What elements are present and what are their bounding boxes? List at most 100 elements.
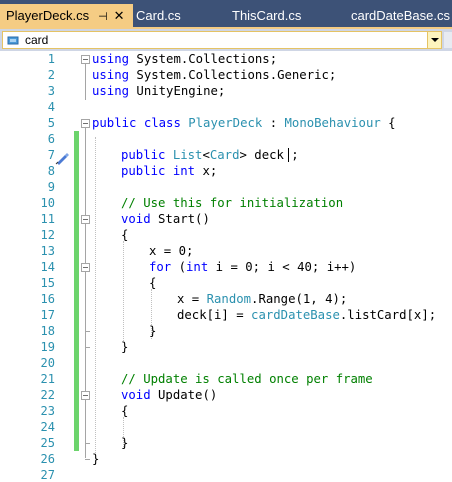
line-number: 13 xyxy=(40,244,55,258)
outline-end xyxy=(85,443,90,444)
line-number: 12 xyxy=(40,228,55,242)
member-dropdown[interactable]: card xyxy=(2,31,442,49)
outline-end xyxy=(85,347,90,348)
line-number: 14 xyxy=(40,260,55,274)
line-number: 7 xyxy=(47,148,55,162)
code-line: } xyxy=(121,436,129,450)
line-number: 25 xyxy=(40,436,55,450)
code-line: x = 0; xyxy=(149,244,194,258)
collapse-icon[interactable] xyxy=(81,391,90,400)
collapse-icon[interactable] xyxy=(81,55,90,64)
code-line: } xyxy=(149,324,157,338)
line-number: 18 xyxy=(40,324,55,338)
indent-guide xyxy=(95,137,96,453)
keyword: using xyxy=(92,68,130,82)
tab-card[interactable]: Card.cs xyxy=(130,4,220,28)
tab-label: ThisCard.cs xyxy=(232,8,302,23)
code-text: Update() xyxy=(150,388,218,402)
code-text: System.Collections.Generic; xyxy=(129,68,337,82)
close-icon[interactable]: ✕ xyxy=(114,4,125,28)
code-line: public int x; xyxy=(121,163,217,179)
type-name: Random xyxy=(206,292,252,306)
line-number: 10 xyxy=(40,196,55,210)
code-line: { xyxy=(121,404,129,418)
code-line: public class PlayerDeck : MonoBehaviour … xyxy=(92,115,396,131)
code-line: void Update() xyxy=(121,387,217,403)
keyword: int xyxy=(165,164,196,178)
line-number: 5 xyxy=(47,116,55,130)
code-text: < xyxy=(202,148,210,162)
line-number: 16 xyxy=(40,292,55,306)
changed-lines-bar xyxy=(74,131,79,451)
code-editor[interactable]: 1 2 3 4 5 6 7 8 9 10 11 12 13 14 15 16 17 18 19 20 21 22 23 24 2… xyxy=(0,51,452,482)
line-number: 15 xyxy=(40,276,55,290)
code-text: Start() xyxy=(150,212,210,226)
outline-end xyxy=(85,331,90,332)
tab-label: PlayerDeck.cs xyxy=(6,8,90,23)
code-line: { xyxy=(121,228,129,242)
code-text: : xyxy=(262,116,285,130)
code-text: .Range(1, 4); xyxy=(251,292,348,306)
tab-thiscard[interactable]: ThisCard.cs xyxy=(226,4,326,28)
keyword: public xyxy=(121,148,166,162)
code-line: void Start() xyxy=(121,211,210,227)
line-number: 3 xyxy=(47,84,55,98)
code-line: public List<Card> deck ; xyxy=(121,147,299,163)
type-name: List xyxy=(172,148,203,162)
code-text: UnityEngine; xyxy=(129,84,226,98)
code-text: .listCard[x]; xyxy=(339,308,437,322)
line-number: 11 xyxy=(40,212,55,226)
code-text: { xyxy=(380,116,396,130)
keyword: public xyxy=(92,116,137,130)
chevron-down-icon[interactable] xyxy=(427,32,441,48)
keyword: void xyxy=(121,212,151,226)
pencil-icon xyxy=(55,153,69,165)
comment: // Update is called once per frame xyxy=(121,372,373,386)
code-line: x = Random.Range(1, 4); xyxy=(177,291,347,307)
line-number: 9 xyxy=(47,180,55,194)
tab-label: cardDateBase.cs xyxy=(351,8,450,23)
code-text: deck[i] = xyxy=(177,308,252,322)
code-text: x; xyxy=(195,164,218,178)
type-name: cardDateBase xyxy=(251,308,340,322)
line-number: 19 xyxy=(40,340,55,354)
comment: // Use this for initialization xyxy=(121,196,344,210)
type-name: PlayerDeck xyxy=(188,116,263,130)
code-line: for (int i = 0; i < 40; i++) xyxy=(149,259,356,275)
keyword: class xyxy=(136,116,189,130)
code-text: System.Collections; xyxy=(129,52,278,66)
line-number: 27 xyxy=(40,468,55,482)
nav-scroll-button[interactable] xyxy=(444,32,452,48)
type-name: MonoBehaviour xyxy=(284,116,381,130)
tab-playerdeck[interactable]: PlayerDeck.cs ⊣ ✕ xyxy=(0,4,133,28)
line-number: 22 xyxy=(40,388,55,402)
line-number: 24 xyxy=(40,420,55,434)
code-text: > deck ; xyxy=(239,148,299,162)
collapse-icon[interactable] xyxy=(81,215,90,224)
line-number: 2 xyxy=(47,68,55,82)
member-dropdown-value: card xyxy=(25,33,49,47)
field-icon xyxy=(7,36,19,45)
type-name: Card xyxy=(209,148,240,162)
keyword: using xyxy=(92,84,130,98)
code-text: x = xyxy=(177,292,207,306)
code-text: i = 0; i < 40; i++) xyxy=(208,260,357,274)
code-line: using System.Collections.Generic; xyxy=(92,67,336,83)
outline-line xyxy=(85,128,86,458)
line-number: 4 xyxy=(47,100,55,114)
code-line: } xyxy=(121,340,129,354)
line-number: 26 xyxy=(40,452,55,466)
code-line: using System.Collections; xyxy=(92,51,277,67)
tab-label: Card.cs xyxy=(136,8,181,23)
document-tab-strip: PlayerDeck.cs ⊣ ✕ Card.cs ThisCard.cs card… xyxy=(0,0,452,29)
collapse-icon[interactable] xyxy=(81,119,90,128)
code-line: { xyxy=(149,276,157,290)
line-number: 6 xyxy=(47,132,55,146)
navigation-bar: card xyxy=(0,29,452,51)
keyword: using xyxy=(92,52,130,66)
collapse-icon[interactable] xyxy=(81,263,90,272)
outline-end xyxy=(85,459,90,460)
pin-icon[interactable]: ⊣ xyxy=(98,5,108,29)
tab-carddatebase[interactable]: cardDateBase.cs xyxy=(345,4,452,28)
